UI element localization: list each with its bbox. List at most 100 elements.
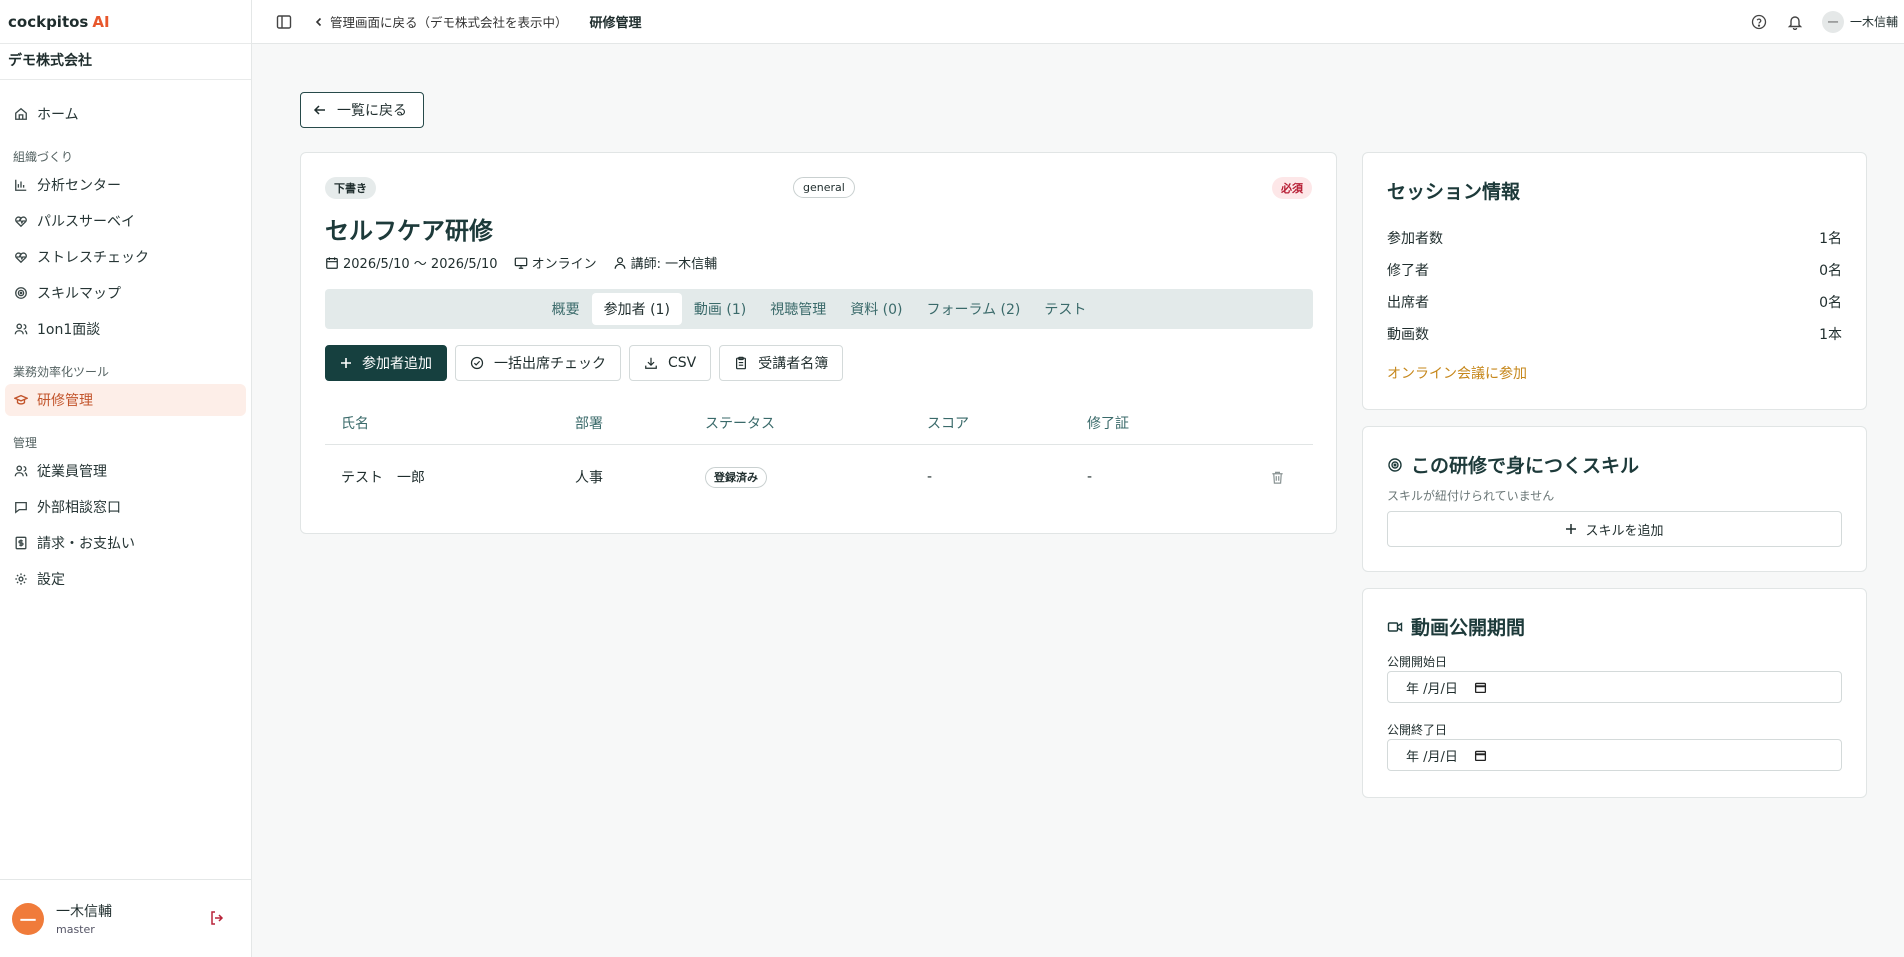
video-camera-icon [1387, 619, 1403, 635]
user-name: 一木信輔 [56, 904, 112, 920]
column-header-name[interactable]: 氏名 [325, 413, 575, 433]
sidebar-item-skillmap[interactable]: スキルマップ [5, 277, 246, 309]
calendar-icon[interactable] [1474, 681, 1487, 694]
help-icon[interactable] [1750, 13, 1768, 31]
sidebar-item-billing[interactable]: 請求・お支払い [5, 527, 246, 559]
status-badge: 下書き [325, 177, 376, 199]
section-label-tools: 業務効率化ツール [13, 365, 110, 379]
avatar[interactable]: 一 [12, 902, 44, 935]
roster-button[interactable]: 受講者名簿 [719, 345, 844, 381]
message-square-icon [13, 499, 29, 515]
add-skill-button[interactable]: スキルを追加 [1387, 511, 1842, 547]
section-label-admin: 管理 [13, 436, 38, 450]
end-date-input[interactable]: 年 /月/日 [1387, 739, 1842, 771]
cell-score: - [927, 469, 933, 485]
tab-viewing[interactable]: 視聴管理 [758, 293, 838, 325]
sidebar-item-label: 外部相談窓口 [37, 500, 121, 516]
session-value: 1名 [1819, 231, 1842, 247]
tab-overview[interactable]: 概要 [540, 293, 592, 325]
participant-actions: 参加者追加 一括出席チェック CSV 受講者名簿 [325, 345, 851, 381]
topbar-user-name[interactable]: 一木信輔 [1850, 13, 1898, 30]
section-label-org: 組織づくり [13, 150, 74, 164]
session-label: 出席者 [1387, 295, 1429, 311]
brand-name: cockpitos [8, 12, 89, 31]
sidebar-item-employees[interactable]: 従業員管理 [5, 455, 246, 487]
back-to-list-button[interactable]: 一覧に戻る [300, 92, 424, 128]
csv-button[interactable]: CSV [629, 345, 712, 381]
column-header-dept[interactable]: 部署 [575, 413, 705, 433]
session-label: 修了者 [1387, 263, 1429, 279]
user-profile: 一 一木信輔 master [0, 879, 251, 957]
dollar-receipt-icon [13, 535, 29, 551]
monitor-icon [514, 256, 528, 270]
heart-pulse-icon [13, 213, 29, 229]
bar-chart-icon [13, 177, 29, 193]
trash-icon[interactable] [1270, 470, 1285, 485]
back-to-admin-label: 管理画面に戻る（デモ株式会社を表示中） [330, 15, 568, 30]
sidebar-item-training[interactable]: 研修管理 [5, 384, 246, 416]
target-icon [13, 285, 29, 301]
sidebar-item-pulse[interactable]: パルスサーベイ [5, 205, 246, 237]
course-title: セルフケア研修 [325, 217, 493, 245]
column-header-status[interactable]: ステータス [705, 413, 927, 433]
course-card: 下書き general 必須 セルフケア研修 2026/5/10 〜 2026/… [300, 152, 1337, 534]
sidebar-item-1on1[interactable]: 1on1面談 [5, 313, 246, 345]
session-row-participants: 参加者数 1名 [1387, 228, 1842, 248]
sidebar-item-stress[interactable]: ストレスチェック [5, 241, 246, 273]
tab-materials[interactable]: 資料 (0) [838, 293, 914, 325]
sidebar-item-home[interactable]: ホーム [5, 98, 246, 130]
sidebar-item-label: 設定 [37, 572, 65, 588]
arrow-left-icon [313, 103, 327, 117]
table-header: 氏名 部署 ステータス スコア 修了証 [325, 401, 1313, 445]
tab-forum[interactable]: フォーラム (2) [914, 293, 1032, 325]
sidebar-item-label: 分析センター [37, 178, 121, 194]
topbar-avatar[interactable]: 一 [1821, 10, 1844, 33]
tab-test[interactable]: テスト [1032, 293, 1098, 325]
brand-logo[interactable]: cockpitos AI [0, 0, 251, 44]
session-value: 1本 [1819, 327, 1842, 343]
bulk-attendance-button[interactable]: 一括出席チェック [455, 345, 621, 381]
column-header-score[interactable]: スコア [927, 413, 1087, 433]
join-online-meeting-link[interactable]: オンライン会議に参加 [1387, 363, 1527, 383]
session-label: 動画数 [1387, 327, 1429, 343]
video-period-card: 動画公開期間 公開開始日 年 /月/日 公開終了日 年 /月/日 [1362, 588, 1867, 798]
skills-empty-text: スキルが紐付けられていません [1387, 489, 1555, 503]
user-icon [613, 256, 627, 270]
bell-icon[interactable] [1786, 13, 1804, 31]
session-row-videos: 動画数 1本 [1387, 324, 1842, 344]
sidebar-item-label: パルスサーベイ [37, 214, 135, 230]
sidebar-item-analytics[interactable]: 分析センター [5, 169, 246, 201]
logout-icon[interactable] [209, 910, 225, 926]
start-date-input[interactable]: 年 /月/日 [1387, 671, 1842, 703]
csv-label: CSV [668, 355, 697, 371]
users-icon [13, 321, 29, 337]
skills-title: この研修で身につくスキル [1411, 455, 1640, 477]
calendar-icon[interactable] [1474, 749, 1487, 762]
column-header-cert[interactable]: 修了証 [1087, 413, 1267, 433]
session-row-completed: 修了者 0名 [1387, 260, 1842, 280]
tab-participants[interactable]: 参加者 (1) [591, 293, 682, 325]
tab-videos[interactable]: 動画 (1) [682, 293, 758, 325]
add-skill-label: スキルを追加 [1585, 523, 1664, 539]
chevron-left-icon [314, 17, 324, 27]
back-to-admin-link[interactable]: 管理画面に戻る（デモ株式会社を表示中） [314, 12, 568, 31]
sidebar-toggle-icon[interactable] [276, 14, 292, 30]
sidebar-item-label: ストレスチェック [37, 250, 149, 266]
home-icon [13, 106, 29, 122]
start-date-label: 公開開始日 [1387, 655, 1448, 669]
sidebar-item-consult[interactable]: 外部相談窓口 [5, 491, 246, 523]
back-to-list-label: 一覧に戻る [337, 103, 407, 119]
clipboard-icon [734, 356, 748, 370]
user-role: master [56, 923, 95, 936]
add-participant-label: 参加者追加 [362, 356, 432, 372]
graduation-cap-icon [13, 392, 29, 408]
course-meta: 2026/5/10 〜 2026/5/10 オンライン 講師: 一木信輔 [325, 253, 733, 272]
sidebar-item-label: 請求・お支払い [37, 536, 135, 552]
roster-label: 受講者名簿 [758, 356, 829, 372]
add-participant-button[interactable]: 参加者追加 [325, 345, 447, 381]
sidebar-item-settings[interactable]: 設定 [5, 563, 246, 595]
plus-icon [1565, 523, 1577, 535]
sidebar-nav: ホーム 組織づくり 分析センター パルスサーベイ ストレスチェック スキルマップ… [0, 80, 251, 595]
target-icon [1387, 457, 1403, 473]
status-pill: 登録済み [705, 467, 767, 488]
